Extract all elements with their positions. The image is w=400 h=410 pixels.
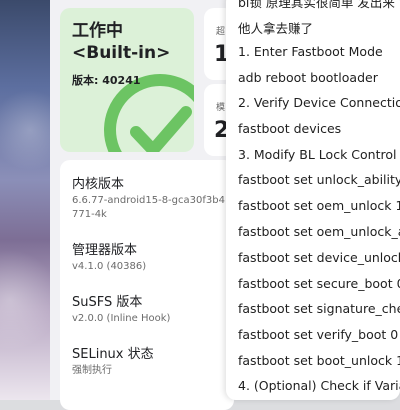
module-count-label: 模 (216, 103, 226, 113)
note-line: fastboot set device_unlocke (238, 250, 400, 265)
kernel-version-value-line2: 771-4k (72, 209, 107, 220)
selinux-status-value: 强制执行 (72, 365, 112, 376)
note-line: 2. Verify Device Connection (238, 95, 400, 110)
manager-version-label: 管理器版本 (72, 243, 138, 258)
note-line: fastboot devices (238, 121, 342, 136)
selinux-status-label: SELinux 状态 (72, 347, 154, 362)
manager-version-value: v4.1.0 (40386) (72, 261, 147, 272)
status-version: 版本: 40241 (72, 74, 141, 87)
note-line: fastboot set unlock_ability 1 (238, 172, 400, 187)
manager-version-item: 管理器版本 v4.1.0 (40386) (72, 242, 146, 274)
note-line: 他人拿去赚了 (238, 21, 314, 36)
note-line: fastboot set oem_unlock_all (238, 224, 400, 239)
note-line: fastboot set boot_unlock 1 (238, 353, 400, 368)
kernel-version-label: 内核版本 (72, 177, 125, 192)
note-line: bl锁 原理其实很简单 发出来 (238, 0, 395, 10)
wallpaper (0, 0, 50, 400)
selinux-status-item: SELinux 状态 强制执行 (72, 346, 154, 378)
note-line: 3. Modify BL Lock Control V (238, 147, 400, 162)
note-line: fastboot set verify_boot 0 (238, 327, 399, 342)
info-card: 内核版本 6.6.77-android15-8-gca30f3b4 771-4k… (60, 160, 234, 410)
note-line: fastboot set oem_unlock 1 (238, 198, 400, 213)
kernel-version-value: 6.6.77-android15-8-gca30f3b4 (72, 195, 225, 206)
status-card[interactable]: 工作中 <Built-in> 版本: 40241 (60, 8, 194, 152)
note-line: 4. (Optional) Check if Variab (238, 378, 400, 393)
notes-panel[interactable]: bl锁 原理其实很简单 发出来 他人拿去赚了 1. Enter Fastboot… (226, 0, 400, 400)
susfs-version-value: v2.0.0 (Inline Hook) (72, 313, 171, 324)
note-line: 1. Enter Fastboot Mode (238, 44, 383, 59)
note-line: adb reboot bootloader (238, 70, 378, 85)
superuser-count-label: 超 (216, 27, 226, 37)
susfs-version-item: SuSFS 版本 v2.0.0 (Inline Hook) (72, 294, 170, 326)
kernel-version-item: 内核版本 6.6.77-android15-8-gca30f3b4 771-4k (72, 176, 225, 222)
note-line: fastboot set secure_boot 0 (238, 276, 400, 291)
susfs-version-label: SuSFS 版本 (72, 295, 143, 310)
status-title: 工作中 (72, 21, 123, 41)
note-line: fastboot set signature_check (238, 301, 400, 316)
status-subtitle: <Built-in> (72, 43, 171, 63)
